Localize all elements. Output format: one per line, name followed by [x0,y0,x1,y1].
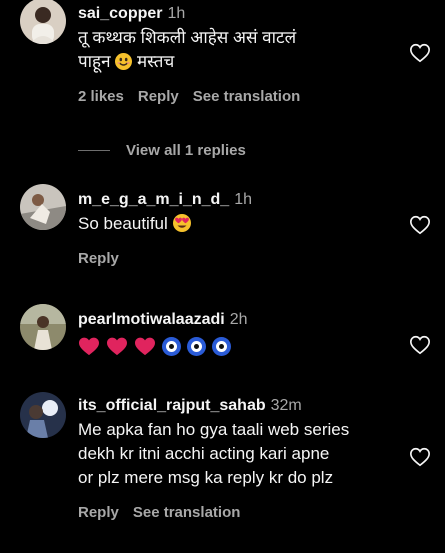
likes-count[interactable]: 2 likes [78,88,124,105]
heart-outline-icon[interactable] [409,42,431,64]
heart-outline-icon[interactable] [409,214,431,236]
comment-text-line: Me apka fan ho gya taali web series [78,420,350,439]
reply-button[interactable]: Reply [78,504,119,521]
comment-text-line: तू कथ्थक शिकली आहेस असं वाटलं [78,28,297,47]
avatar[interactable] [20,184,66,230]
comment-text: So beautiful [78,212,393,236]
comment-actions: 2 likes Reply See translation [78,88,393,105]
timestamp: 1h [234,191,252,208]
comment-text-line: or plz mere msg ka reply kr do plz [78,468,334,487]
reply-button[interactable]: Reply [138,88,179,105]
avatar[interactable] [20,0,66,44]
nazar-amulet-emoji [212,336,231,356]
heart-outline-icon[interactable] [409,334,431,356]
see-translation-button[interactable]: See translation [193,88,301,105]
comment-header: sai_copper 1h [78,4,393,24]
divider [78,149,110,151]
comment-actions: Reply [78,250,393,267]
comment-text-fragment: So beautiful [78,214,168,233]
timestamp: 2h [229,311,248,328]
comment-header: m_e_g_a_m_i_n_d_ 1h [78,190,393,210]
comment-text-line: पाहून मस्तच [78,50,393,74]
smiling-face-emoji [115,53,133,70]
comment-text-fragment: मस्तच [137,52,175,71]
heart-outline-icon[interactable] [409,446,431,468]
comment-text: तू कथ्थक शिकली आहेस असं वाटलं पाहून मस्त… [78,26,393,74]
timestamp: 1h [167,5,186,22]
red-heart-emoji [106,336,128,356]
comment-header: pearlmotiwalaazadi 2h [78,310,393,330]
comment-emojis [78,336,393,356]
view-replies-label: View all 1 replies [126,141,246,159]
comment-actions: Reply See translation [78,504,393,521]
see-translation-button[interactable]: See translation [133,504,241,521]
comment-text: Me apka fan ho gya taali web series dekh… [78,418,393,490]
username[interactable]: pearlmotiwalaazadi [78,311,225,328]
nazar-amulet-emoji [162,336,181,356]
avatar[interactable] [20,392,66,438]
comment-text-line: dekh kr itni acchi acting kari apne [78,444,330,463]
username[interactable]: m_e_g_a_m_i_n_d_ [78,191,229,208]
comment-text-fragment: पाहून [78,52,111,71]
comment-header: its_official_rajput_sahab 32m [78,396,393,416]
username[interactable]: its_official_rajput_sahab [78,397,266,414]
username[interactable]: sai_copper [78,5,162,22]
red-heart-emoji [134,336,156,356]
nazar-amulet-emoji [187,336,206,356]
view-replies-button[interactable]: View all 1 replies [78,140,246,160]
timestamp: 32m [270,397,302,414]
red-heart-emoji [78,336,100,356]
reply-button[interactable]: Reply [78,250,119,267]
heart-eyes-emoji [172,214,191,232]
avatar[interactable] [20,304,66,350]
